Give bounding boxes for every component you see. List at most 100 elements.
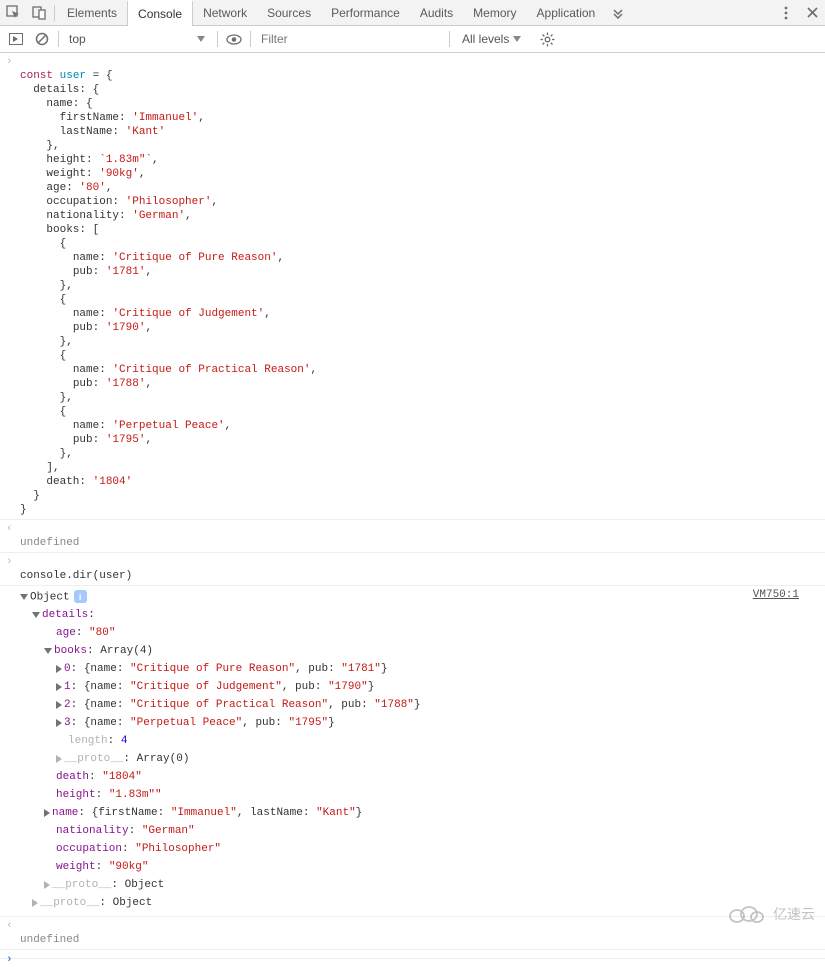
code-string: 'Philosopher' [126, 196, 212, 208]
code-string: 'Perpetual Peace' [112, 420, 224, 432]
expand-toggle-icon[interactable] [56, 701, 62, 709]
code-string: '1790' [106, 322, 146, 334]
obj-text: {firstName: [92, 807, 171, 819]
tab-console[interactable]: Console [127, 0, 193, 26]
expand-toggle-icon[interactable] [32, 612, 40, 618]
console-settings-icon[interactable] [535, 27, 559, 51]
code-prop: pub: [73, 434, 99, 446]
more-tabs-icon[interactable] [605, 0, 631, 26]
obj-brace: {name: [84, 663, 130, 675]
tab-label: Sources [267, 6, 311, 20]
tab-label: Console [138, 7, 182, 21]
object-tree-row[interactable]: Objecti [20, 588, 823, 606]
filter-input[interactable] [255, 29, 445, 49]
log-levels-dropdown[interactable]: All levels [454, 32, 531, 46]
tab-label: Network [203, 6, 247, 20]
expand-toggle-icon[interactable] [44, 809, 50, 817]
object-tree-row[interactable]: books: Array(4) [20, 642, 823, 660]
divider [217, 31, 218, 47]
object-tree-row[interactable]: __proto__: Object [20, 894, 823, 912]
object-tree-row[interactable]: death: "1804" [20, 768, 823, 786]
code-prop: name: [73, 420, 106, 432]
obj-brace: {name: [84, 681, 130, 693]
clear-console-icon[interactable] [30, 27, 54, 51]
object-value: "Philosopher" [135, 843, 221, 855]
object-tree-row[interactable]: height: "1.83m"" [20, 786, 823, 804]
object-tree-row[interactable]: details: [20, 606, 823, 624]
code-text: , [152, 154, 159, 166]
kebab-menu-icon[interactable] [773, 0, 799, 26]
console-input-row[interactable]: ›console.dir(user) [0, 553, 825, 586]
expand-toggle-icon[interactable] [56, 755, 62, 763]
console-input-row[interactable]: ›const user = { details: { name: { first… [0, 53, 825, 520]
object-value: "Critique of Judgement" [130, 681, 282, 693]
object-tree-row[interactable]: age: "80" [20, 624, 823, 642]
tab-label: Audits [420, 6, 453, 20]
devtools-tabs-bar: Elements Console Network Sources Perform… [0, 0, 825, 26]
toggle-sidebar-icon[interactable] [4, 27, 28, 51]
object-tree-row[interactable]: length: 4 [20, 732, 823, 750]
object-tree-row[interactable]: weight: "90kg" [20, 858, 823, 876]
tab-application[interactable]: Application [527, 0, 606, 26]
obj-text: , pub: [328, 699, 374, 711]
object-value: "1781" [341, 663, 381, 675]
device-toolbar-icon[interactable] [26, 0, 52, 26]
divider [54, 5, 55, 21]
expand-toggle-icon[interactable] [20, 594, 28, 600]
tab-network[interactable]: Network [193, 0, 257, 26]
code-text: }, [46, 140, 59, 152]
expand-toggle-icon[interactable] [56, 683, 62, 691]
object-tree-row[interactable]: 3: {name: "Perpetual Peace", pub: "1795"… [20, 714, 823, 732]
tab-audits[interactable]: Audits [410, 0, 463, 26]
object-tree-row[interactable]: __proto__: Array(0) [20, 750, 823, 768]
obj-text: , lastName: [237, 807, 316, 819]
tab-performance[interactable]: Performance [321, 0, 410, 26]
object-tree-row[interactable]: 0: {name: "Critique of Pure Reason", pub… [20, 660, 823, 678]
console-prompt[interactable]: › [0, 950, 825, 959]
expand-toggle-icon[interactable] [44, 648, 52, 654]
code-text: { [60, 350, 67, 362]
code-text: , [225, 420, 232, 432]
tab-elements[interactable]: Elements [57, 0, 127, 26]
expand-toggle-icon[interactable] [44, 881, 50, 889]
inspect-element-icon[interactable] [0, 0, 26, 26]
tab-sources[interactable]: Sources [257, 0, 321, 26]
code-prop: lastName: [60, 126, 119, 138]
obj-brace: } [328, 717, 335, 729]
input-marker-icon: › [6, 55, 13, 69]
code-string: '1804' [93, 476, 133, 488]
object-tree-row[interactable]: nationality: "German" [20, 822, 823, 840]
tab-memory[interactable]: Memory [463, 0, 526, 26]
object-tree-row[interactable]: 1: {name: "Critique of Judgement", pub: … [20, 678, 823, 696]
object-key: name [52, 807, 78, 819]
expand-toggle-icon[interactable] [32, 899, 38, 907]
code-text: }, [60, 392, 73, 404]
close-devtools-icon[interactable] [799, 0, 825, 26]
live-expression-icon[interactable] [222, 27, 246, 51]
expand-toggle-icon[interactable] [56, 665, 62, 673]
code-string: 'Critique of Practical Reason' [112, 364, 310, 376]
object-tree-row[interactable]: occupation: "Philosopher" [20, 840, 823, 858]
object-value: 4 [121, 735, 128, 747]
object-value: "Perpetual Peace" [130, 717, 242, 729]
code-string: 'Immanuel' [132, 112, 198, 124]
object-value: "1788" [374, 699, 414, 711]
code-string: 'German' [132, 210, 185, 222]
object-tree-row[interactable]: __proto__: Object [20, 876, 823, 894]
chevron-down-icon [197, 36, 205, 42]
code-string: '1781' [106, 266, 146, 278]
context-selector[interactable]: top [63, 29, 213, 49]
code-text: , [145, 434, 152, 446]
info-icon[interactable]: i [74, 590, 87, 603]
object-value: "1790" [328, 681, 368, 693]
code-prop: nationality: [46, 210, 125, 222]
obj-text: } [356, 807, 363, 819]
code-string: '1795' [106, 434, 146, 446]
expand-toggle-icon[interactable] [56, 719, 62, 727]
object-tree-row[interactable]: 2: {name: "Critique of Practical Reason"… [20, 696, 823, 714]
code-text: , [145, 266, 152, 278]
code-prop: pub: [73, 266, 99, 278]
log-levels-label: All levels [462, 32, 509, 46]
object-tree-row[interactable]: name: {firstName: "Immanuel", lastName: … [20, 804, 823, 822]
code-text: books: [ [46, 224, 99, 236]
